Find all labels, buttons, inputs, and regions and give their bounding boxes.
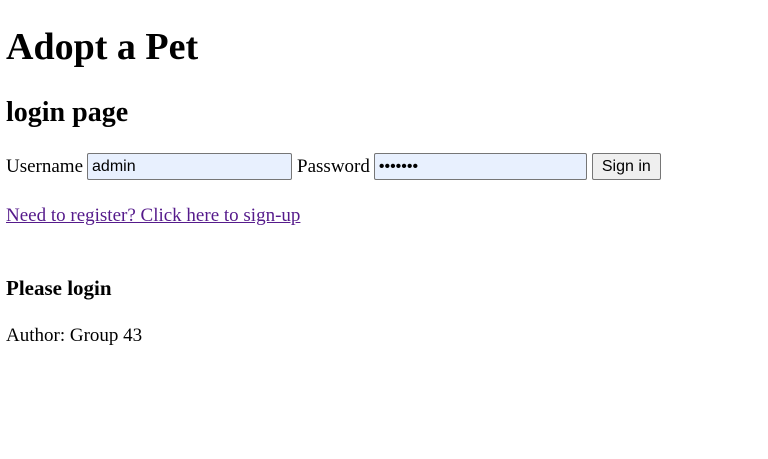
author-text: Author: Group 43 [6,325,143,346]
status-message: Please login [6,276,112,300]
username-label: Username [6,155,84,177]
login-form: Username Password Sign in [6,153,661,180]
username-input[interactable] [87,153,293,180]
password-input[interactable] [373,153,587,180]
sign-in-button[interactable]: Sign in [591,153,661,180]
page-title: Adopt a Pet [6,26,199,68]
page-subtitle: login page [6,97,129,128]
password-label: Password [297,155,370,177]
register-link[interactable]: Need to register? Click here to sign-up [6,205,300,227]
